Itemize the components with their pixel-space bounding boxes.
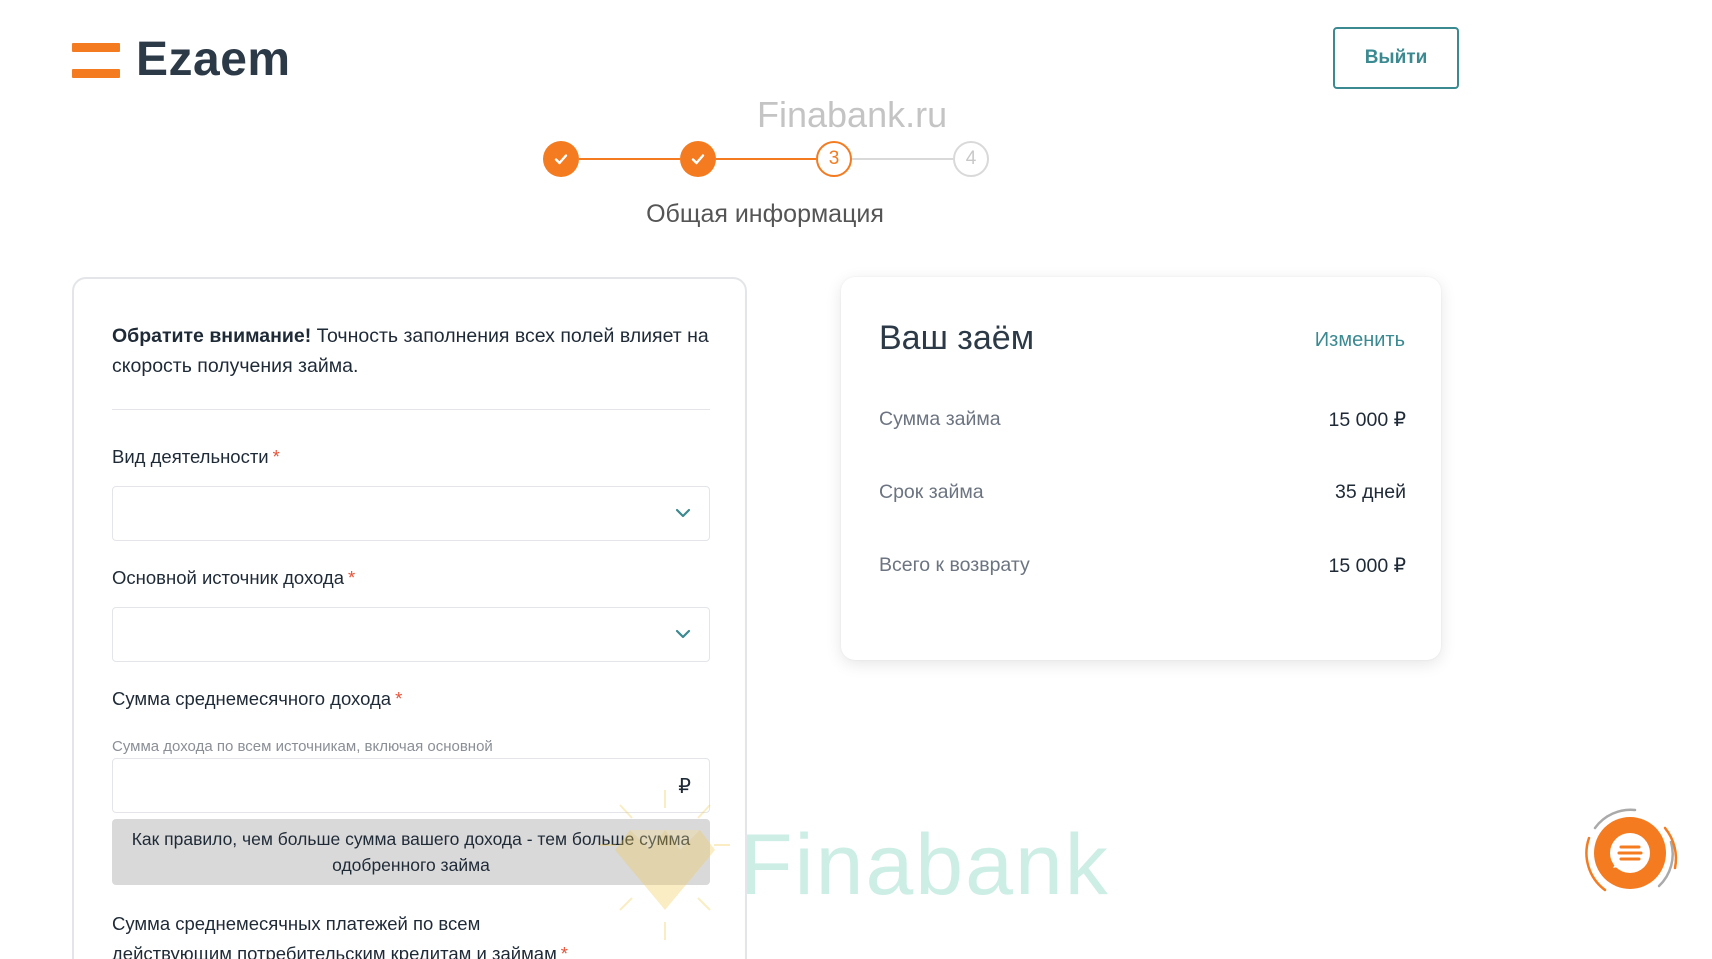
monthly-income-input[interactable]: ₽ bbox=[112, 758, 710, 813]
loan-title: Ваш заём bbox=[879, 319, 1035, 357]
loan-row-key: Сумма займа bbox=[879, 408, 1001, 430]
loan-row-value: 35 дней bbox=[1335, 481, 1406, 503]
brand-watermark-text: Finabank bbox=[740, 817, 1110, 913]
monthly-income-hint: Сумма дохода по всем источникам, включая… bbox=[112, 738, 493, 755]
step-4-upcoming: 4 bbox=[953, 141, 989, 177]
step-connector bbox=[579, 158, 680, 160]
step-title: Общая информация bbox=[646, 200, 884, 228]
required-mark: * bbox=[272, 446, 280, 467]
loan-row-amount: Сумма займа 15 000 ₽ bbox=[879, 408, 1406, 432]
required-mark: * bbox=[395, 688, 403, 709]
loan-row-value: 15 000 ₽ bbox=[1328, 555, 1406, 577]
logout-button[interactable]: Выйти bbox=[1333, 27, 1459, 89]
divider bbox=[112, 409, 710, 410]
loan-row-term: Срок займа 35 дней bbox=[879, 481, 1406, 504]
application-form-card: Обратите внимание! Точность заполнения в… bbox=[72, 277, 747, 959]
required-mark: * bbox=[348, 567, 356, 588]
chevron-down-icon bbox=[675, 629, 691, 639]
chevron-down-icon bbox=[675, 508, 691, 518]
chat-icon bbox=[1585, 808, 1678, 892]
loan-summary-card: Ваш заём Изменить Сумма займа 15 000 ₽ С… bbox=[841, 277, 1441, 660]
check-icon bbox=[554, 154, 568, 165]
step-connector bbox=[852, 158, 953, 160]
monthly-income-label: Сумма среднемесячного дохода * bbox=[112, 688, 403, 709]
step-1-complete bbox=[543, 141, 579, 177]
edit-loan-link[interactable]: Изменить bbox=[1315, 329, 1405, 352]
notice-bold: Обратите внимание! bbox=[112, 325, 312, 347]
notice-text: Обратите внимание! Точность заполнения в… bbox=[112, 321, 712, 381]
income-source-label: Основной источник дохода * bbox=[112, 567, 356, 588]
loan-row-total: Всего к возврату 15 000 ₽ bbox=[879, 554, 1406, 578]
progress-stepper: 3 4 bbox=[543, 141, 989, 177]
activity-label: Вид деятельности * bbox=[112, 446, 280, 467]
step-2-complete bbox=[680, 141, 716, 177]
step-connector bbox=[716, 158, 816, 160]
income-tooltip: Как правило, чем больше сумма вашего дох… bbox=[112, 819, 710, 885]
logo-text: Ezaem bbox=[136, 33, 291, 86]
income-source-select[interactable] bbox=[112, 607, 710, 662]
step-3-current: 3 bbox=[816, 141, 852, 177]
required-mark: * bbox=[560, 943, 568, 959]
ruble-icon: ₽ bbox=[678, 776, 691, 798]
logo[interactable]: Ezaem bbox=[72, 36, 291, 84]
logo-mark-icon bbox=[72, 40, 120, 80]
chat-button[interactable] bbox=[1575, 798, 1685, 908]
activity-select[interactable] bbox=[112, 486, 710, 541]
site-watermark: Finabank.ru bbox=[757, 94, 948, 135]
loan-row-value: 15 000 ₽ bbox=[1328, 409, 1406, 431]
monthly-payments-label: Сумма среднемесячных платежей по всем де… bbox=[112, 909, 572, 959]
loan-row-key: Всего к возврату bbox=[879, 554, 1030, 576]
check-icon bbox=[691, 154, 705, 165]
loan-row-key: Срок займа bbox=[879, 481, 984, 503]
